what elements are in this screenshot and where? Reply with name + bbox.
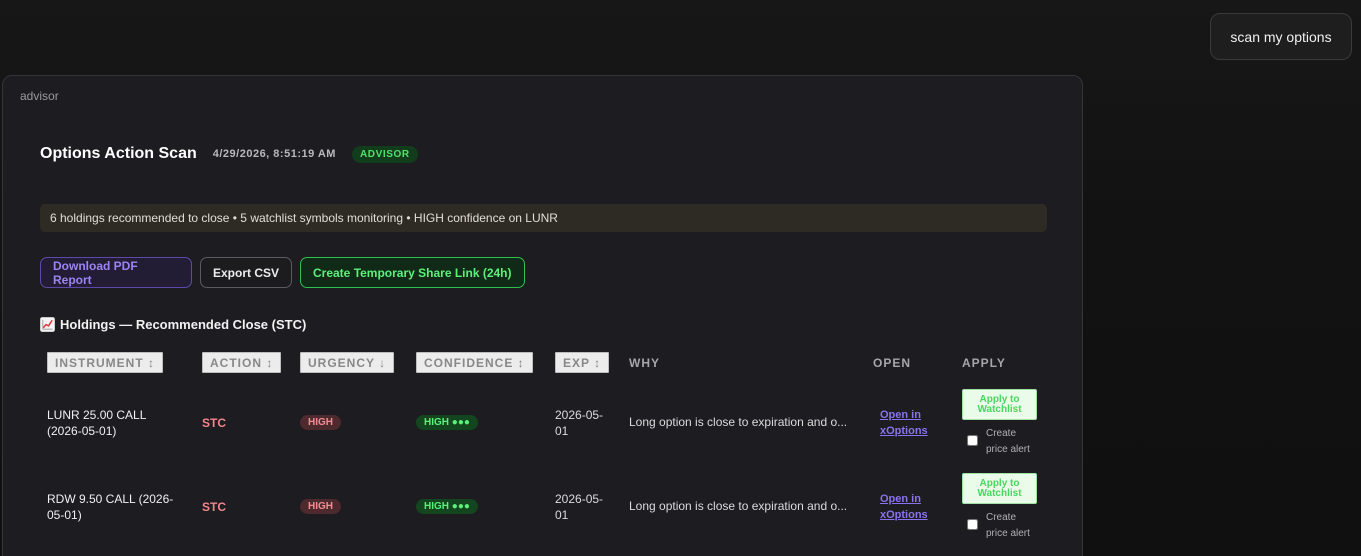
- column-header-urgency[interactable]: URGENCY ↓: [300, 352, 395, 373]
- column-header-open: OPEN: [873, 355, 912, 370]
- action-cell: STC: [202, 416, 226, 430]
- download-pdf-button[interactable]: Download PDF Report: [40, 257, 192, 288]
- scan-header: Options Action Scan 4/29/2026, 8:51:19 A…: [40, 145, 418, 163]
- instrument-line: 05-01): [47, 508, 82, 522]
- column-header-apply: APPLY: [962, 355, 1006, 370]
- apply-button-line: Watchlist: [977, 487, 1022, 499]
- advisor-badge: ADVISOR: [351, 145, 418, 163]
- why-cell: Long option is close to expiration and o…: [629, 499, 848, 513]
- price-alert-checkbox[interactable]: [967, 435, 978, 446]
- exp-line: 01: [555, 508, 569, 522]
- user-message-text: scan my options: [1230, 28, 1332, 45]
- exp-line: 2026-05-: [555, 408, 604, 422]
- price-alert-label-line: Create: [986, 512, 1017, 523]
- scan-timestamp: 4/29/2026, 8:51:19 AM: [212, 148, 336, 160]
- holdings-section-title: Holdings — Recommended Close (STC): [40, 317, 306, 332]
- price-alert-checkbox[interactable]: [967, 519, 978, 530]
- apply-button-line: Watchlist: [977, 403, 1022, 415]
- open-link-line: Open in: [880, 493, 921, 505]
- section-title-text: Holdings — Recommended Close (STC): [60, 317, 307, 332]
- chart-increasing-icon: [40, 317, 55, 332]
- apply-button-line: Apply to: [979, 393, 1020, 405]
- action-buttons: Download PDF Report Export CSV Create Te…: [40, 257, 525, 288]
- instrument-line: (2026-05-01): [47, 424, 117, 438]
- confidence-pill: HIGH ●●●: [416, 499, 478, 514]
- exp-cell: 2026-05- 01: [555, 407, 603, 439]
- urgency-pill: HIGH: [300, 499, 341, 514]
- price-alert-label: Create price alert: [986, 510, 1046, 542]
- exp-cell: 2026-05- 01: [555, 491, 603, 523]
- why-cell: Long option is close to expiration and o…: [629, 415, 848, 429]
- open-in-xoptions-link[interactable]: Open in xOptions: [880, 491, 928, 523]
- open-in-xoptions-link[interactable]: Open in xOptions: [880, 407, 928, 439]
- share-link-button[interactable]: Create Temporary Share Link (24h): [300, 257, 525, 288]
- apply-to-watchlist-button[interactable]: Apply to Watchlist: [962, 473, 1037, 504]
- price-alert-label-line: price alert: [986, 444, 1030, 455]
- instrument-line: RDW 9.50 CALL (2026-: [47, 492, 174, 506]
- price-alert-label-line: Create: [986, 428, 1017, 439]
- chat-page: scan my options advisor Options Action S…: [0, 0, 1361, 556]
- column-header-why: WHY: [629, 355, 660, 370]
- message-role-label: advisor: [20, 89, 59, 103]
- open-link-line: Open in: [880, 409, 921, 421]
- export-csv-button[interactable]: Export CSV: [200, 257, 292, 288]
- price-alert-label-line: price alert: [986, 528, 1030, 539]
- advisor-card: advisor Options Action Scan 4/29/2026, 8…: [2, 75, 1083, 556]
- column-header-confidence[interactable]: CONFIDENCE ↕: [416, 352, 533, 373]
- open-link-line: xOptions: [880, 425, 928, 437]
- apply-button-line: Apply to: [979, 477, 1020, 489]
- exp-line: 01: [555, 424, 569, 438]
- action-cell: STC: [202, 500, 226, 514]
- instrument-cell: RDW 9.50 CALL (2026- 05-01): [47, 491, 173, 523]
- column-header-exp[interactable]: EXP ↕: [555, 352, 610, 373]
- column-header-instrument[interactable]: INSTRUMENT ↕: [47, 352, 163, 373]
- scan-title: Options Action Scan: [40, 145, 197, 162]
- open-link-line: xOptions: [880, 509, 928, 521]
- user-message-bubble: scan my options: [1210, 13, 1352, 60]
- urgency-pill: HIGH: [300, 415, 341, 430]
- exp-line: 2026-05-: [555, 492, 604, 506]
- price-alert-label: Create price alert: [986, 426, 1046, 458]
- instrument-line: LUNR 25.00 CALL: [47, 408, 147, 422]
- instrument-cell: LUNR 25.00 CALL (2026-05-01): [47, 407, 146, 439]
- summary-bar: 6 holdings recommended to close • 5 watc…: [40, 204, 1047, 232]
- summary-text: 6 holdings recommended to close • 5 watc…: [50, 211, 558, 225]
- column-header-action[interactable]: ACTION ↕: [202, 352, 282, 373]
- apply-to-watchlist-button[interactable]: Apply to Watchlist: [962, 389, 1037, 420]
- confidence-pill: HIGH ●●●: [416, 415, 478, 430]
